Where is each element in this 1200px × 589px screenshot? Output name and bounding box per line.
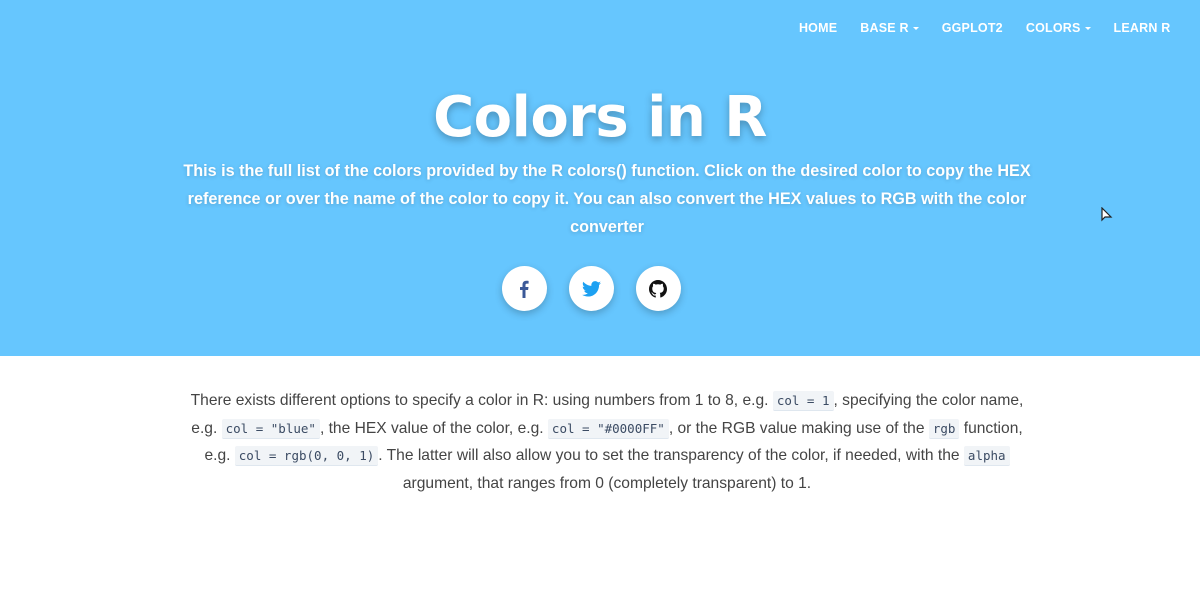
nav-learn-r-label: LEARN R — [1113, 21, 1171, 35]
intro-paragraph: There exists different options to specif… — [188, 387, 1026, 497]
page-subtitle: This is the full list of the colors prov… — [183, 162, 1031, 236]
code-snippet: rgb — [928, 418, 960, 439]
code-snippet: col = rgb(0, 0, 1) — [234, 446, 379, 466]
github-link-button[interactable] — [635, 266, 681, 311]
facebook-share-button[interactable] — [501, 266, 547, 311]
hero-banner: HOME BASE R GGPLOT2 COLORS LEARN R Color… — [0, 0, 1200, 356]
intro-text: . The latter will also allow you to set … — [378, 447, 964, 464]
code-snippet: col = "#0000FF" — [547, 418, 669, 439]
nav-home[interactable]: HOME — [787, 20, 848, 36]
code-snippet: col = "blue" — [221, 418, 320, 439]
intro-text: argument, that ranges from 0 (completely… — [402, 474, 812, 492]
code-snippet: col = 1 — [772, 391, 834, 411]
caret-down-icon — [912, 26, 919, 30]
mouse-cursor-icon — [1101, 207, 1113, 222]
nav-base-r[interactable]: BASE R — [849, 20, 930, 36]
twitter-share-button[interactable] — [568, 266, 614, 311]
twitter-icon — [581, 280, 601, 297]
intro-text: , or the RGB value making use of the — [668, 419, 929, 437]
nav-colors[interactable]: COLORS — [1014, 20, 1102, 36]
caret-down-icon — [1084, 26, 1091, 30]
nav-base-r-label: BASE R — [860, 21, 909, 35]
facebook-icon — [520, 280, 529, 298]
intro-text: There exists different options to specif… — [190, 392, 773, 409]
github-icon — [649, 279, 667, 298]
nav-learn-r[interactable]: LEARN R — [1102, 20, 1182, 36]
nav-ggplot2-label: GGPLOT2 — [941, 21, 1003, 35]
intro-text: , the HEX value of the color, e.g. — [319, 419, 548, 437]
social-buttons — [0, 266, 1200, 311]
page-title: Colors in R — [433, 85, 767, 150]
nav-colors-label: COLORS — [1025, 21, 1081, 35]
top-nav: HOME BASE R GGPLOT2 COLORS LEARN R — [787, 20, 1182, 36]
nav-ggplot2[interactable]: GGPLOT2 — [930, 20, 1014, 36]
nav-home-label: HOME — [798, 21, 838, 35]
code-snippet: alpha — [963, 446, 1010, 466]
